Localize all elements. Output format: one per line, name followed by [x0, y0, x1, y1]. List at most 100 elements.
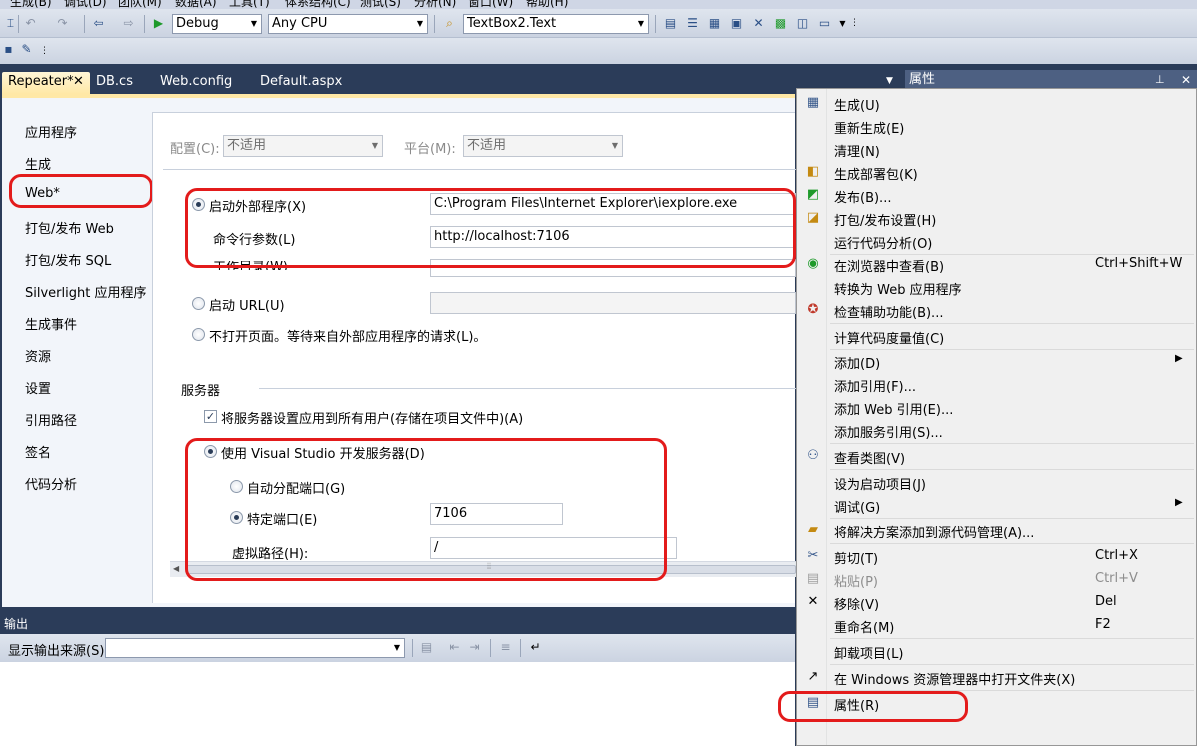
comment-icon[interactable]: ⌶ [2, 15, 19, 32]
find-in-files-icon[interactable]: ⌕ [441, 15, 458, 32]
navigate-backward-icon[interactable]: ⇦ [90, 15, 107, 32]
close-icon[interactable]: ✕ [1181, 70, 1191, 90]
start-external-radio[interactable] [192, 198, 205, 211]
solution-platform-combo[interactable]: Any CPU ▼ [268, 14, 428, 34]
menu-item-build[interactable]: ▦ 生成(U) [797, 92, 1196, 115]
start-url-input[interactable] [430, 292, 796, 314]
start-debugging-icon[interactable]: ▶ [150, 15, 167, 32]
menu-debug[interactable]: 调试(D) [64, 0, 107, 9]
menu-item-unload-project[interactable]: 卸载项目(L) [797, 640, 1196, 663]
tools-icon[interactable]: ✕ [750, 15, 767, 32]
menu-item-add-reference[interactable]: 添加引用(F)... [797, 373, 1196, 396]
menu-help[interactable]: 帮助(H) [526, 0, 568, 9]
menu-test[interactable]: 测试(S) [360, 0, 401, 9]
virtual-path-input[interactable]: / [430, 537, 677, 559]
word-wrap-icon[interactable]: ↵ [527, 639, 544, 656]
toolbar-overflow-icon[interactable]: ⋮ [846, 15, 863, 32]
menu-item-rename[interactable]: 重命名(M) F2 [797, 614, 1196, 637]
menu-item-open-in-explorer[interactable]: ↗ 在 Windows 资源管理器中打开文件夹(X) [797, 666, 1196, 689]
properties-window-icon[interactable]: ☰ [684, 15, 701, 32]
tab-repeater[interactable]: Repeater* ✕ [2, 72, 90, 94]
close-icon[interactable]: ✕ [73, 72, 84, 92]
output-text-area[interactable] [0, 662, 795, 746]
menu-architecture[interactable]: 体系结构(C) [285, 0, 351, 9]
redo-icon[interactable]: ↷ [54, 15, 71, 32]
menu-item-properties[interactable]: ▤ 属性(R) [797, 692, 1196, 715]
clear-all-icon[interactable]: ≡ [497, 639, 514, 656]
menu-tools[interactable]: 工具(T) [229, 0, 270, 9]
menu-build[interactable]: 生成(B) [10, 0, 52, 9]
menu-item-check-accessibility[interactable]: ✪ 检查辅助功能(B)... [797, 299, 1196, 322]
menu-item-rebuild[interactable]: 重新生成(E) [797, 115, 1196, 138]
apply-all-checkbox[interactable]: ✓ [204, 410, 217, 423]
tab-default-aspx[interactable]: Default.aspx [260, 72, 342, 94]
menu-item-add-source-control[interactable]: ▰ 将解决方案添加到源代码管理(A)... [797, 519, 1196, 542]
next-message-icon[interactable]: ⇥ [466, 639, 483, 656]
specific-port-radio[interactable] [230, 511, 243, 524]
menu-team[interactable]: 团队(M) [118, 0, 162, 9]
scroll-left-icon[interactable]: ◀ [173, 564, 179, 573]
solution-config-combo[interactable]: Debug ▼ [172, 14, 262, 34]
nav-item-package-web[interactable]: 打包/发布 Web [25, 218, 114, 237]
tab-db-cs[interactable]: DB.cs [96, 72, 133, 94]
external-program-input[interactable]: C:\Program Files\Internet Explorer\iexpl… [430, 193, 796, 215]
menu-item-add-service-reference[interactable]: 添加服务引用(S)... [797, 419, 1196, 442]
menu-window[interactable]: 窗口(W) [468, 0, 513, 9]
edit-icon[interactable]: ✎ [18, 41, 35, 58]
nav-item-web[interactable]: Web* [25, 186, 60, 201]
go-to-line-icon[interactable]: ▤ [418, 639, 435, 656]
menu-item-debug[interactable]: 调试(G) ▶ [797, 494, 1196, 517]
toolbox-icon[interactable]: ▣ [728, 15, 745, 32]
nav-item-build[interactable]: 生成 [25, 154, 51, 173]
menu-item-publish[interactable]: ◩ 发布(B)... [797, 184, 1196, 207]
nav-item-resources[interactable]: 资源 [25, 346, 51, 365]
solution-explorer-icon[interactable]: ▤ [662, 15, 679, 32]
command-window-icon[interactable]: ▭ [816, 15, 833, 32]
menu-analyze[interactable]: 分析(N) [414, 0, 456, 9]
cmd-args-input[interactable]: http://localhost:7106 [430, 226, 796, 248]
nav-item-signing[interactable]: 签名 [25, 442, 51, 461]
menu-data[interactable]: 数据(A) [175, 0, 217, 9]
menu-item-view-class-diagram[interactable]: ⚇ 查看类图(V) [797, 445, 1196, 468]
menu-item-code-metrics[interactable]: 计算代码度量值(C) [797, 325, 1196, 348]
work-dir-input[interactable] [430, 259, 796, 277]
menu-item-remove[interactable]: ✕ 移除(V) Del [797, 591, 1196, 614]
menu-item-build-package[interactable]: ◧ 生成部署包(K) [797, 161, 1196, 184]
menu-item-package-settings[interactable]: ◪ 打包/发布设置(H) [797, 207, 1196, 230]
menu-item-run-code-analysis[interactable]: 运行代码分析(O) [797, 230, 1196, 253]
nav-item-reference-paths[interactable]: 引用路径 [25, 410, 77, 429]
scrollbar-thumb[interactable]: ⦙⦙ [186, 562, 796, 574]
specific-port-input[interactable]: 7106 [430, 503, 563, 525]
tab-list-dropdown-icon[interactable]: ▼ [886, 76, 893, 86]
undo-icon[interactable]: ↶ [22, 15, 39, 32]
use-vs-server-radio[interactable] [204, 445, 217, 458]
nav-item-silverlight[interactable]: Silverlight 应用程序 [25, 282, 146, 301]
nav-item-settings[interactable]: 设置 [25, 378, 51, 397]
accessibility-icon: ✪ [807, 302, 819, 317]
menu-item-convert-web-app[interactable]: 转换为 Web 应用程序 [797, 276, 1196, 299]
menu-item-cut[interactable]: ✂ 剪切(T) Ctrl+X [797, 545, 1196, 568]
find-combo[interactable]: TextBox2.Text ▼ [463, 14, 649, 34]
horizontal-scrollbar[interactable]: ◀ ⦙⦙ [170, 561, 796, 577]
nav-item-build-events[interactable]: 生成事件 [25, 314, 77, 333]
start-url-radio[interactable] [192, 297, 205, 310]
navigate-forward-icon[interactable]: ⇨ [120, 15, 137, 32]
nav-item-application[interactable]: 应用程序 [25, 122, 77, 141]
toolbar-overflow-icon[interactable]: ⋮ [36, 43, 53, 60]
menu-item-add[interactable]: 添加(D) ▶ [797, 350, 1196, 373]
menu-item-clean[interactable]: 清理(N) [797, 138, 1196, 161]
output-source-select[interactable]: ▼ [105, 638, 405, 658]
object-browser-icon[interactable]: ▦ [706, 15, 723, 32]
start-page-icon[interactable]: ◫ [794, 15, 811, 32]
previous-message-icon[interactable]: ⇤ [446, 639, 463, 656]
menu-item-view-in-browser[interactable]: ◉ 在浏览器中查看(B) Ctrl+Shift+W [797, 253, 1196, 276]
pin-icon[interactable]: ⊥ [1155, 70, 1165, 90]
menu-item-add-web-reference[interactable]: 添加 Web 引用(E)... [797, 396, 1196, 419]
extension-manager-icon[interactable]: ▩ [772, 15, 789, 32]
menu-item-set-startup[interactable]: 设为启动项目(J) [797, 471, 1196, 494]
auto-port-radio[interactable] [230, 480, 243, 493]
nav-item-code-analysis[interactable]: 代码分析 [25, 474, 77, 493]
nav-item-package-sql[interactable]: 打包/发布 SQL [25, 250, 111, 269]
tab-web-config[interactable]: Web.config [160, 72, 232, 94]
no-open-radio[interactable] [192, 328, 205, 341]
